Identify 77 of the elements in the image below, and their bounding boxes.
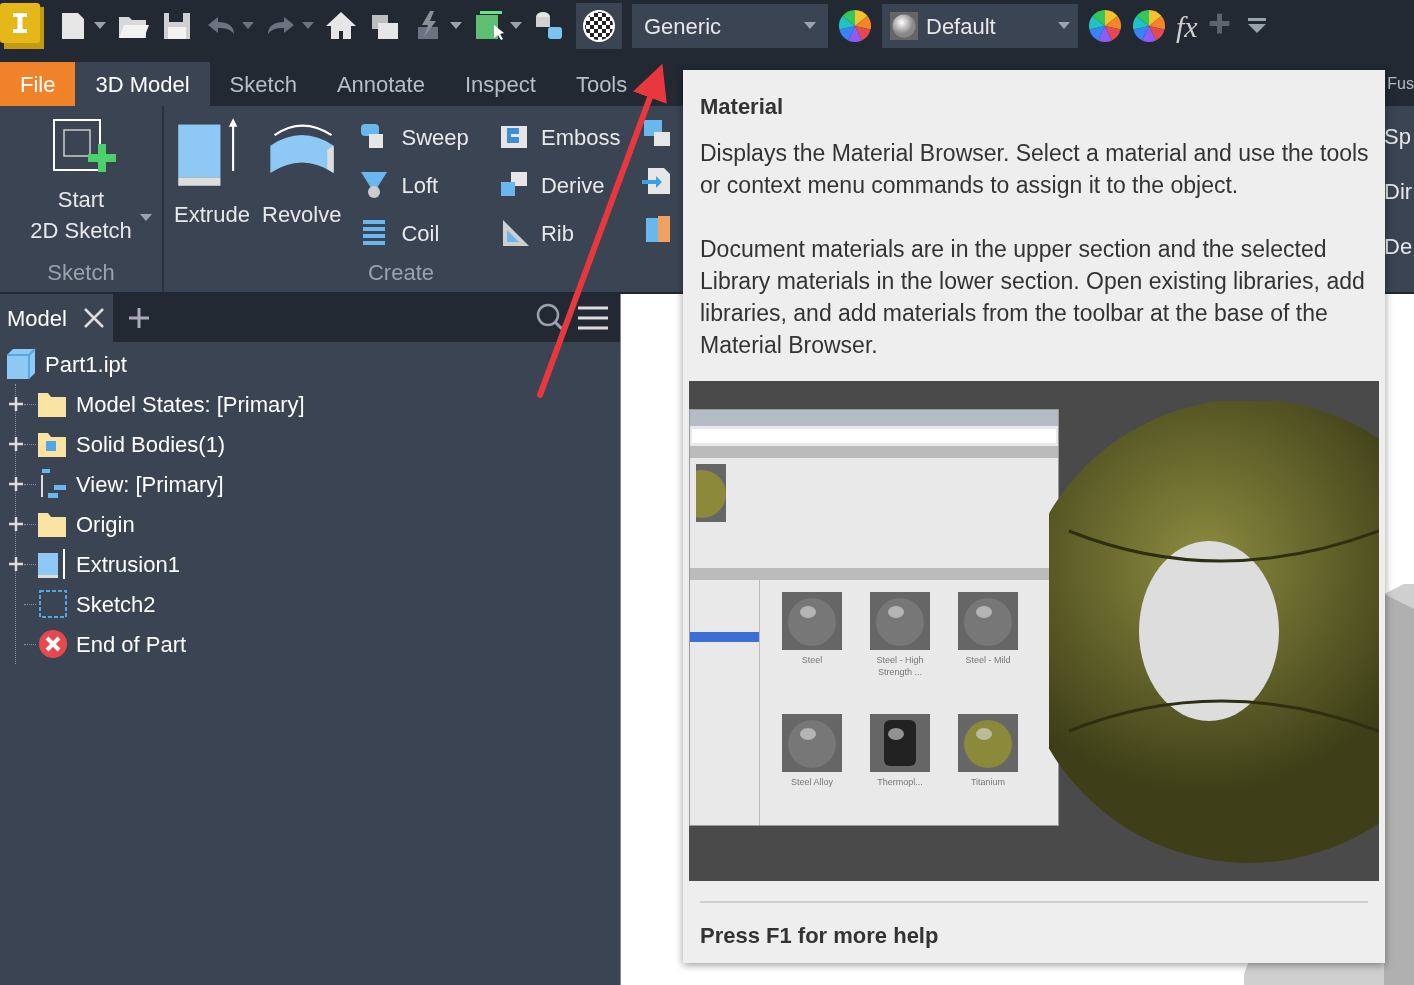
start-sketch-button[interactable]: Start 2D Sketch (0, 106, 162, 252)
material-label: Thermopl... (877, 775, 923, 788)
checkered-sphere-icon (582, 9, 616, 43)
menu-icon[interactable] (578, 305, 608, 331)
ribbon-tab[interactable]: Sketch (209, 62, 317, 106)
tooltip-text: Displays the Material Browser. Select a material and use the tools or context menu commands to assign it to the object. (700, 139, 1369, 200)
expand-icon[interactable] (8, 516, 24, 532)
tree-item[interactable]: Part1.ipt (45, 347, 127, 381)
ribbon-small-button[interactable]: Loft (357, 168, 481, 202)
caret-icon (302, 22, 314, 30)
appearance-value: Default (926, 12, 996, 41)
color-wheel-download-icon[interactable] (1088, 9, 1122, 43)
ribbon-small-button[interactable]: Rib (496, 216, 621, 250)
expand-icon[interactable] (8, 556, 24, 572)
material-button[interactable] (576, 3, 622, 49)
ribbon-small-button[interactable]: Coil (357, 216, 481, 250)
sphere-icon (890, 12, 918, 40)
material-thumbnail-icon (782, 592, 842, 650)
tree-item[interactable]: End of Part (76, 627, 187, 661)
material-thumbnail-icon (782, 713, 842, 772)
panel-title: Sketch (46, 258, 116, 287)
material-thumbnail-icon (958, 592, 1018, 650)
material-thumbnail-icon (958, 713, 1018, 772)
tree-item[interactable]: Solid Bodies(1) (76, 427, 226, 461)
material-label: Steel - High Strength ... (875, 654, 925, 678)
caret-icon (94, 22, 106, 30)
caret-icon (450, 22, 462, 30)
material-thumbnail-icon (696, 464, 726, 522)
ribbon-large-button[interactable]: Revolve (262, 114, 342, 252)
caret-icon (242, 22, 254, 30)
end-icon (36, 627, 70, 661)
tree-item[interactable]: View: [Primary] (76, 467, 224, 501)
expand-icon[interactable] (8, 396, 24, 412)
expand-icon[interactable] (8, 476, 24, 492)
ribbon-small-button[interactable]: Sweep (357, 120, 481, 154)
ribbon-button[interactable]: De (1384, 230, 1414, 263)
material-dropdown[interactable]: Generic (632, 4, 828, 48)
tree-item[interactable]: Origin (76, 507, 135, 541)
caret-icon (510, 22, 522, 30)
material-thumbnail-icon (870, 713, 930, 772)
tree-item[interactable]: Extrusion1 (76, 547, 180, 581)
ribbon-small-button[interactable]: Emboss (496, 120, 621, 154)
caret-icon (1058, 22, 1070, 30)
sketch-icon (36, 587, 70, 621)
tree-item[interactable]: Sketch2 (76, 587, 156, 621)
ribbon-tab[interactable]: Annotate (316, 62, 445, 106)
material-label: Steel (801, 654, 823, 666)
model-tab[interactable]: Model (0, 294, 113, 342)
caret-icon (804, 22, 816, 30)
material-label: Steel - Mild (965, 654, 1011, 666)
ribbon-small-button[interactable]: Derive (496, 168, 621, 202)
tooltip-title: Material (700, 93, 785, 121)
ribbon-tab[interactable]: Tools (555, 62, 648, 106)
close-icon[interactable] (82, 307, 105, 329)
material-label: Steel Alloy (791, 775, 833, 788)
ribbon-button[interactable]: Sp (1384, 120, 1414, 153)
part-cube-icon (5, 347, 39, 381)
tree-item[interactable]: Model States: [Primary] (76, 387, 305, 421)
tooltip-text: Document materials are in the upper section and the selected Library materials in the lower section. Open existing libraries, add libraries, and add materials from the toolbar at the base of the Material Browser. (700, 235, 1366, 360)
tooltip-footer: Press F1 for more help (700, 919, 1379, 952)
ribbon-tab[interactable]: Inspect (444, 62, 556, 106)
ribbon-tab[interactable]: 3D Model (75, 62, 210, 106)
material-label: Titanium (970, 775, 1006, 788)
add-icon[interactable] (127, 306, 151, 330)
caret-icon (140, 214, 152, 222)
ribbon-tab[interactable]: Fus (1387, 62, 1414, 106)
expand-icon[interactable] (8, 436, 24, 452)
material-thumbnail-icon (870, 592, 930, 650)
ribbon-large-button[interactable]: Extrude (174, 114, 250, 252)
ribbon-button[interactable]: Dir (1384, 175, 1414, 208)
color-wheel-icon[interactable] (838, 9, 872, 43)
color-wheel-clear-icon[interactable] (1132, 9, 1166, 43)
selected-list-row (690, 632, 759, 642)
function-button[interactable]: fx (1176, 3, 1198, 49)
appearance-dropdown[interactable]: Default (882, 4, 1078, 48)
panel-title: Create (366, 258, 435, 287)
logo-icon (0, 1, 46, 51)
